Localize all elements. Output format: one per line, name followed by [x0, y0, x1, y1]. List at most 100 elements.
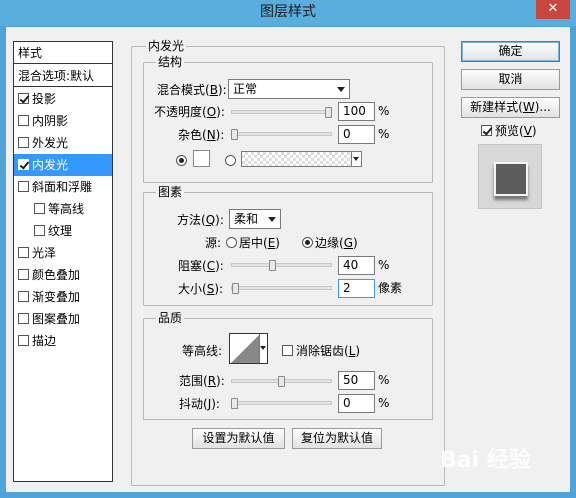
style-item-checkbox[interactable] [34, 203, 45, 214]
preview-checkbox[interactable]: 预览(V) [481, 122, 537, 140]
style-item[interactable]: 渐变叠加 [14, 286, 112, 308]
style-item-checkbox[interactable] [18, 115, 29, 126]
blend-options-item[interactable]: 混合选项:默认 [14, 65, 112, 87]
technique-select[interactable]: 柔和 [229, 209, 281, 229]
technique-value: 柔和 [234, 212, 259, 226]
style-item[interactable]: 投影 [14, 88, 112, 110]
close-button[interactable]: ✕ [536, 0, 570, 19]
choke-unit: % [378, 258, 390, 272]
style-item[interactable]: 纹理 [14, 220, 112, 242]
size-unit: 像素 [378, 281, 403, 295]
elements-title: 图素 [156, 185, 185, 199]
quality-title: 品质 [156, 311, 185, 325]
style-item-checkbox[interactable] [18, 137, 29, 148]
gradient-picker[interactable] [241, 151, 362, 167]
style-item-label: 纹理 [48, 224, 73, 238]
jitter-slider[interactable] [231, 401, 332, 405]
contour-label: 等高线: [182, 344, 223, 358]
new-style-button[interactable]: 新建样式(W)... [461, 97, 560, 118]
opacity-label: 不透明度(O): [154, 105, 225, 119]
style-list: 样式 混合选项:默认 投影内阴影外发光内发光斜面和浮雕等高线纹理光泽颜色叠加渐变… [13, 41, 113, 482]
size-slider[interactable] [231, 286, 332, 290]
style-item-checkbox[interactable] [18, 291, 29, 302]
style-item[interactable]: 等高线 [14, 198, 112, 220]
preview-thumbnail [478, 144, 542, 209]
window-title: 图层样式 [260, 4, 316, 20]
style-item-label: 图案叠加 [32, 312, 81, 326]
style-list-header[interactable]: 样式 [14, 42, 112, 64]
ok-button[interactable]: 确定 [461, 41, 560, 62]
style-item-label: 内发光 [32, 158, 69, 172]
style-item-label: 外发光 [32, 136, 69, 150]
style-item[interactable]: 颜色叠加 [14, 264, 112, 286]
blend-mode-select[interactable]: 正常 [228, 79, 350, 99]
range-slider-thumb[interactable] [278, 376, 285, 387]
noise-slider-thumb[interactable] [231, 129, 238, 140]
solid-color-radio[interactable] [176, 154, 189, 168]
style-item[interactable]: 描边 [14, 330, 112, 352]
size-slider-thumb[interactable] [231, 283, 239, 294]
style-item-checkbox[interactable] [18, 159, 29, 170]
choke-slider-thumb[interactable] [268, 260, 276, 271]
style-item-checkbox[interactable] [18, 313, 29, 324]
style-item-checkbox[interactable] [18, 181, 29, 192]
set-default-button[interactable]: 设置为默认值 [192, 428, 285, 449]
style-item-checkbox[interactable] [34, 225, 45, 236]
opacity-slider-thumb[interactable] [325, 107, 332, 118]
choke-label: 阻塞(C): [178, 259, 224, 273]
source-edge-radio[interactable]: 边缘(G) [302, 234, 358, 252]
style-item-label: 光泽 [32, 246, 57, 260]
style-item[interactable]: 外发光 [14, 132, 112, 154]
blend-mode-value: 正常 [233, 82, 258, 96]
range-input[interactable]: 50 [338, 371, 375, 390]
reset-default-button[interactable]: 复位为默认值 [292, 428, 382, 449]
chevron-down-icon [260, 346, 266, 350]
watermark: Bai 经验 [440, 448, 531, 473]
structure-title: 结构 [156, 55, 185, 69]
choke-input[interactable]: 40 [338, 256, 375, 275]
chevron-down-icon [337, 87, 345, 92]
range-unit: % [378, 373, 390, 387]
chevron-down-icon [353, 157, 359, 161]
noise-input[interactable]: 0 [338, 125, 375, 144]
opacity-slider[interactable] [231, 110, 332, 114]
jitter-unit: % [378, 396, 390, 410]
style-item-label: 等高线 [48, 202, 85, 216]
style-item-label: 投影 [32, 92, 57, 106]
glow-color-swatch[interactable] [193, 150, 210, 167]
chevron-down-icon [268, 217, 276, 222]
contour-picker[interactable] [229, 333, 268, 364]
noise-label: 杂色(N): [178, 128, 225, 142]
jitter-label: 抖动(J): [179, 397, 220, 411]
opacity-unit: % [378, 104, 390, 118]
contour-linear-icon [231, 334, 260, 363]
technique-label: 方法(Q): [177, 213, 224, 227]
choke-slider[interactable] [231, 263, 332, 267]
jitter-slider-thumb[interactable] [231, 398, 238, 409]
range-label: 范围(R): [179, 374, 225, 388]
style-item-checkbox[interactable] [18, 93, 29, 104]
style-item-label: 描边 [32, 334, 57, 348]
style-item[interactable]: 内发光 [14, 154, 112, 176]
anti-alias-checkbox[interactable]: 消除锯齿(L) [282, 342, 360, 360]
style-item[interactable]: 内阴影 [14, 110, 112, 132]
inner-glow-title: 内发光 [146, 39, 187, 53]
style-item[interactable]: 图案叠加 [14, 308, 112, 330]
style-item-checkbox[interactable] [18, 335, 29, 346]
preview-swatch [494, 162, 528, 196]
style-item-checkbox[interactable] [18, 269, 29, 280]
cancel-button[interactable]: 取消 [461, 69, 560, 90]
style-item-label: 颜色叠加 [32, 268, 81, 282]
style-item[interactable]: 光泽 [14, 242, 112, 264]
gradient-radio[interactable] [225, 154, 238, 168]
style-item-label: 渐变叠加 [32, 290, 81, 304]
style-item-checkbox[interactable] [18, 247, 29, 258]
style-item[interactable]: 斜面和浮雕 [14, 176, 112, 198]
opacity-input[interactable]: 100 [338, 102, 375, 121]
source-center-radio[interactable]: 居中(E) [226, 234, 280, 252]
noise-slider[interactable] [231, 132, 332, 136]
size-input[interactable]: 2 [338, 279, 375, 298]
style-item-label: 内阴影 [32, 114, 69, 128]
style-item-label: 斜面和浮雕 [32, 180, 93, 194]
jitter-input[interactable]: 0 [338, 394, 375, 413]
